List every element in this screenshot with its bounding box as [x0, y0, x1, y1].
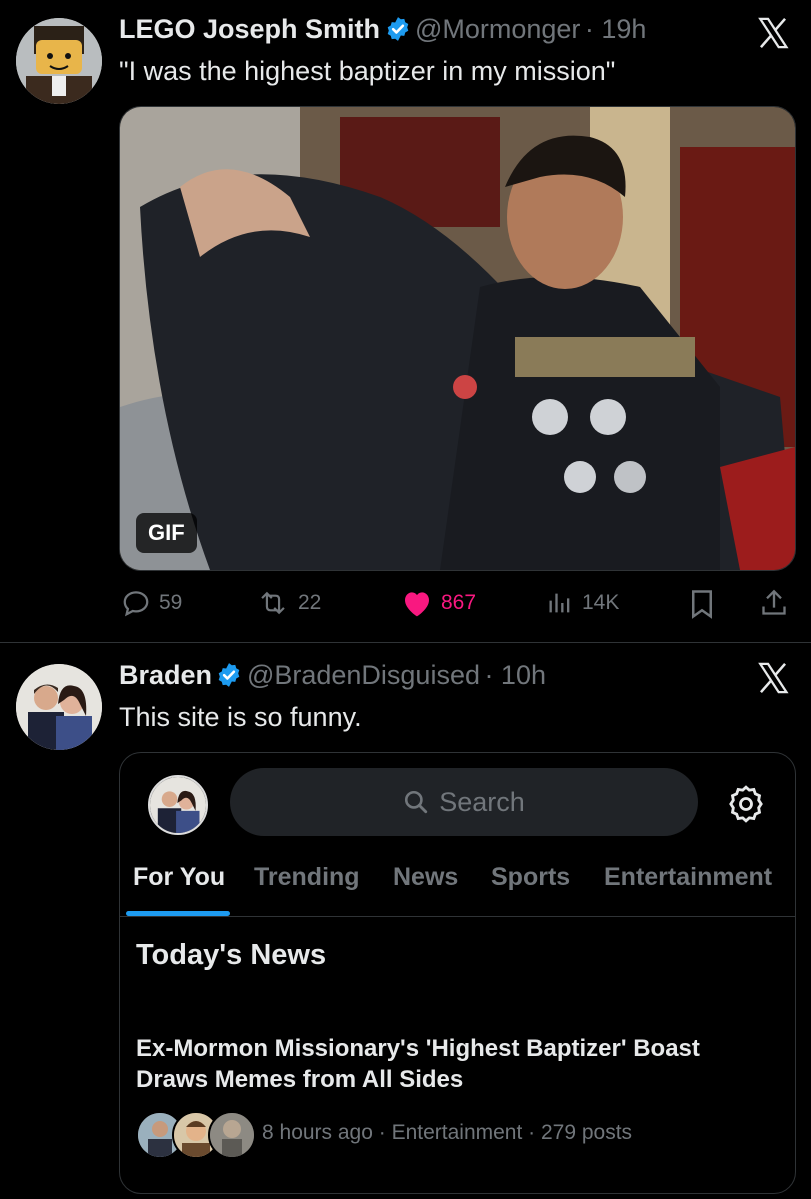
heart-icon [405, 592, 429, 617]
avatar[interactable] [148, 775, 208, 835]
tab-trending[interactable]: Trending [254, 863, 360, 892]
tabs-divider [120, 916, 795, 917]
gear-icon[interactable] [726, 783, 766, 823]
news-headline[interactable]: Ex-Mormon Missionary's 'Highest Baptizer… [136, 1033, 776, 1095]
x-logo-icon[interactable] [756, 661, 790, 695]
x-logo-icon[interactable] [756, 16, 790, 50]
tab-for-you[interactable]: For You [133, 863, 225, 892]
tab-news[interactable]: News [393, 863, 458, 892]
repost-count: 22 [298, 591, 322, 614]
author-avatar[interactable] [16, 664, 102, 750]
search-input[interactable]: Search [230, 768, 698, 836]
verified-badge-icon [219, 663, 240, 687]
avatar [208, 1111, 256, 1159]
tweet-time[interactable]: · 19h [585, 14, 647, 44]
like-button[interactable]: 867 [401, 588, 476, 618]
gif-image [120, 107, 795, 570]
tab-entertainment[interactable]: Entertainment [604, 863, 772, 892]
search-placeholder: Search [439, 786, 525, 817]
tweet-text: "I was the highest baptizer in my missio… [119, 56, 616, 86]
tweet-header: LEGO Joseph Smith @Mormonger · 19h [119, 14, 646, 45]
reply-icon [123, 591, 149, 617]
repost-button[interactable]: 22 [256, 588, 321, 618]
tweet-text: This site is so funny. [119, 702, 362, 732]
repost-icon [261, 591, 285, 615]
author-name[interactable]: Braden [119, 660, 212, 690]
tweet-time[interactable]: · 10h [484, 660, 546, 690]
view-count: 14K [582, 591, 620, 614]
reply-button[interactable]: 59 [121, 588, 182, 618]
author-handle[interactable]: @Mormonger [415, 14, 580, 44]
news-meta: 8 hours ago · Entertainment · 279 posts [262, 1121, 633, 1144]
author-avatar[interactable] [16, 18, 102, 104]
avatar-stack [136, 1111, 256, 1159]
reply-count: 59 [159, 591, 183, 614]
tweet-header: Braden @BradenDisguised · 10h [119, 660, 546, 691]
tweet-gif-media[interactable]: GIF [119, 106, 796, 571]
verified-badge-icon [387, 17, 408, 41]
gif-badge: GIF [136, 513, 197, 553]
section-title: Today's News [136, 939, 327, 971]
analytics-icon [549, 593, 570, 613]
embedded-screenshot[interactable]: Search For You Trending News Sports Ente… [119, 752, 796, 1194]
tweet-divider [0, 642, 811, 643]
author-handle[interactable]: @BradenDisguised [247, 660, 480, 690]
tab-sports[interactable]: Sports [491, 863, 570, 892]
bookmark-icon[interactable] [689, 589, 715, 619]
share-icon[interactable] [760, 587, 788, 619]
like-count: 867 [441, 591, 477, 614]
author-name[interactable]: LEGO Joseph Smith [119, 14, 380, 44]
search-icon [405, 790, 428, 814]
views-button[interactable]: 14K [546, 588, 619, 618]
